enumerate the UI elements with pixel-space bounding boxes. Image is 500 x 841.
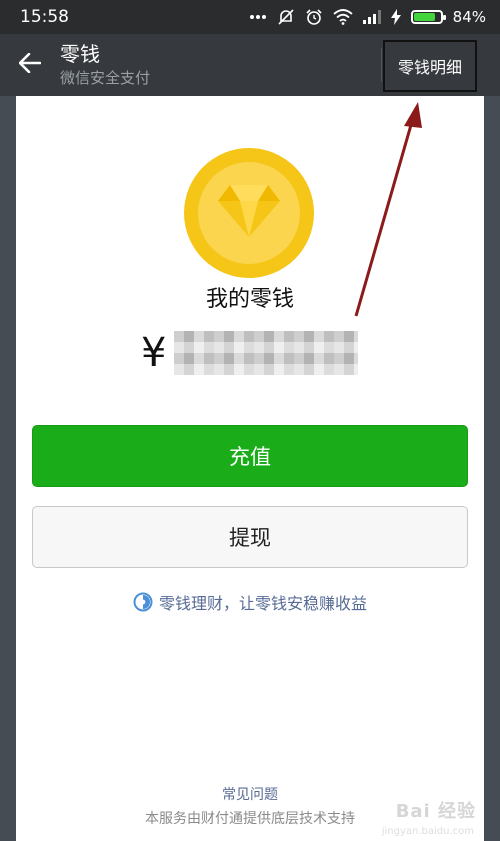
battery-percent: 84% (452, 8, 486, 26)
nav-divider (381, 48, 382, 82)
balance: ¥ (141, 328, 359, 378)
currency-symbol: ¥ (141, 330, 167, 376)
battery-icon (410, 10, 446, 24)
signal-icon (362, 10, 381, 24)
do-not-disturb-icon (277, 8, 295, 26)
wealth-promo-text: 零钱理财，让零钱安稳赚收益 (158, 594, 367, 613)
back-button[interactable] (0, 34, 60, 96)
recharge-button[interactable]: 充值 (32, 425, 468, 487)
page-title: 零钱 (60, 42, 100, 66)
more-dots-icon (249, 14, 267, 20)
nav-titles: 零钱 微信安全支付 (60, 41, 150, 89)
watermark-logo: Bai 经验 (395, 801, 476, 822)
wifi-icon (333, 9, 353, 25)
page-subtitle: 微信安全支付 (60, 69, 151, 87)
diamond-icon (216, 183, 282, 243)
status-icons: 84% (249, 8, 486, 26)
back-arrow-icon (18, 52, 42, 77)
alarm-icon (305, 8, 323, 26)
wealth-icon (133, 592, 153, 612)
watermark-url: jingyan.baidu.com (381, 826, 474, 837)
status-bar: 15:58 84% (0, 0, 500, 34)
battery-fill (413, 13, 436, 21)
transaction-details-button[interactable]: 零钱明细 (383, 40, 477, 92)
background-strip-right (484, 96, 500, 841)
wealth-promo-link[interactable]: 零钱理财，让零钱安稳赚收益 (16, 590, 484, 614)
coin-logo (184, 148, 314, 278)
nav-bar: 零钱 微信安全支付 零钱明细 (0, 34, 500, 96)
coin-inner (198, 162, 300, 264)
charging-icon (390, 9, 401, 25)
status-time: 15:58 (20, 7, 69, 27)
balance-amount-blurred (174, 331, 359, 375)
withdraw-button[interactable]: 提现 (32, 506, 468, 568)
wallet-card: 我的零钱 ¥ 充值 提现 零钱理财，让零钱安稳赚收益 常见问题 本服务由财付通提… (16, 96, 484, 841)
wallet-title: 我的零钱 (205, 287, 294, 312)
background-strip-left (0, 96, 16, 841)
